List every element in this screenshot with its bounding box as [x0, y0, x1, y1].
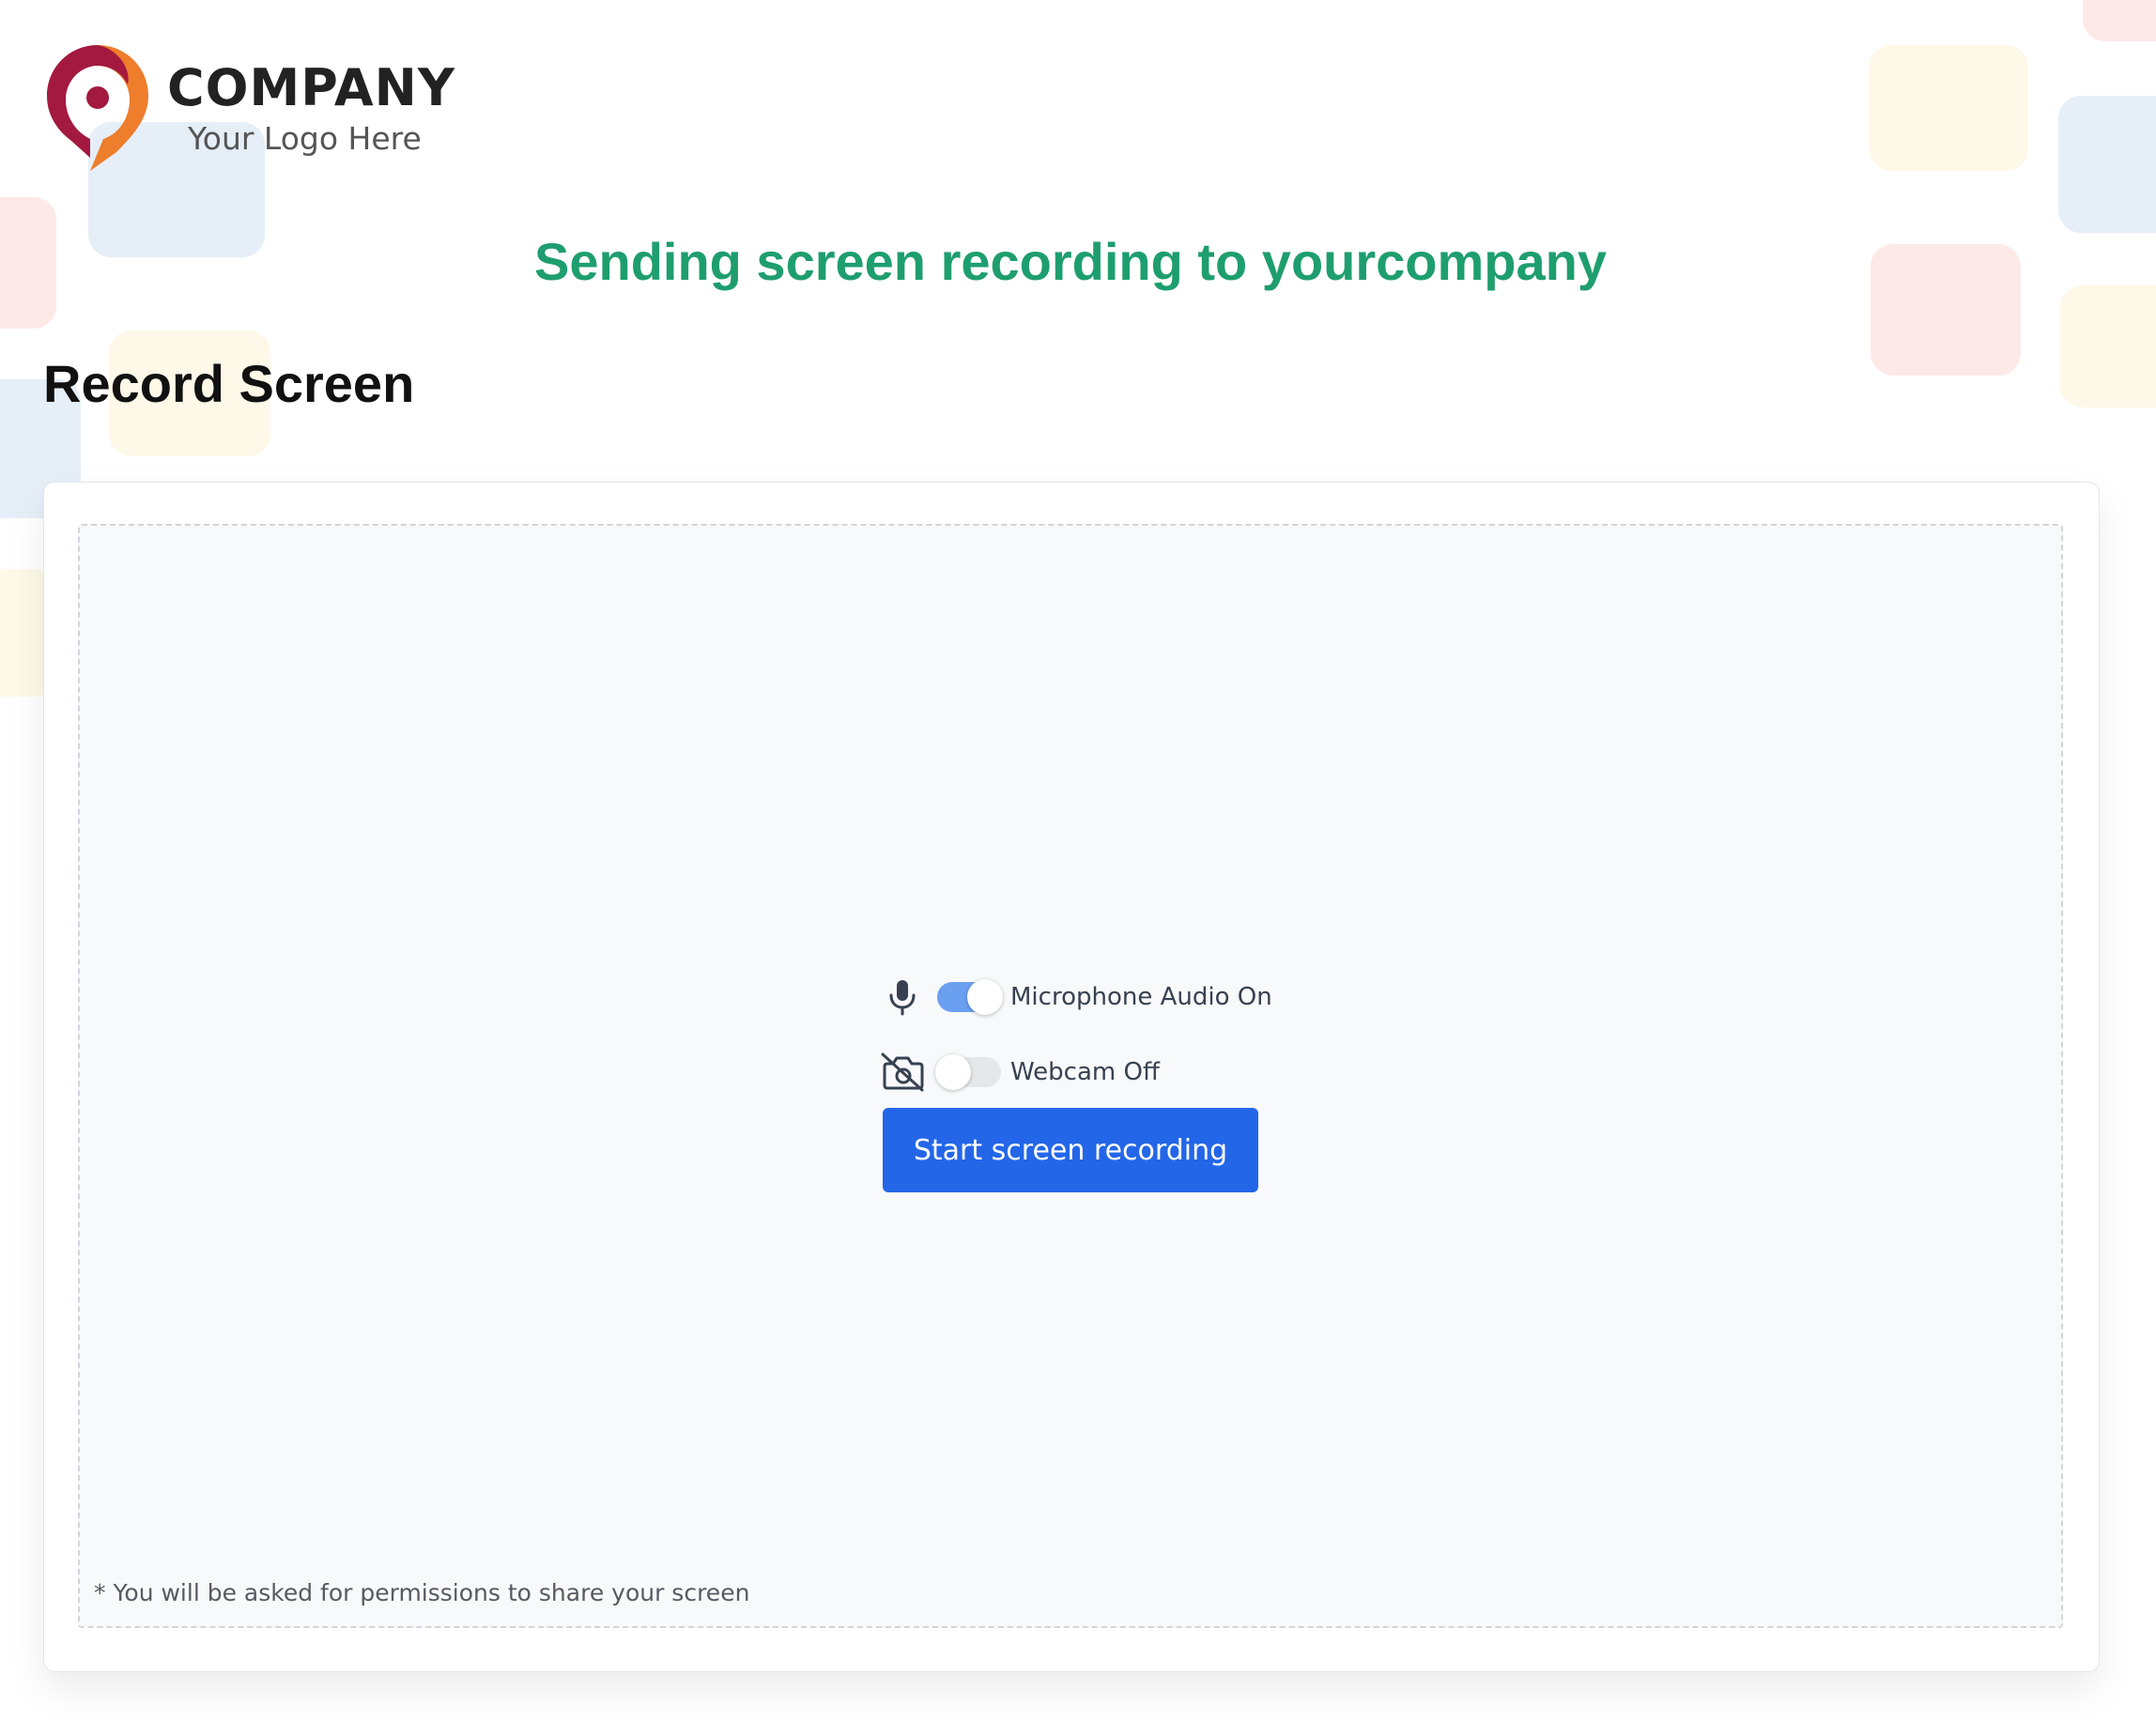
camera-off-icon: [879, 1049, 926, 1096]
permissions-footnote: * You will be asked for permissions to s…: [94, 1579, 750, 1606]
start-screen-recording-button[interactable]: Start screen recording: [883, 1108, 1258, 1192]
sending-headline: Sending screen recording to yourcompany: [533, 232, 1607, 291]
location-pin-logo-icon: [47, 45, 148, 171]
decorative-tile: [2083, 0, 2156, 41]
microphone-toggle[interactable]: [937, 979, 1003, 1015]
logo-company-name: COMPANY: [167, 58, 455, 117]
microphone-icon: [879, 974, 926, 1021]
microphone-label: Microphone Audio On: [1010, 983, 1272, 1011]
page: COMPANY Your Logo Here Sending screen re…: [0, 0, 2156, 1720]
webcam-label: Webcam Off: [1010, 1058, 1160, 1086]
decorative-tile: [1869, 45, 2028, 171]
page-title: Record Screen: [43, 354, 415, 413]
logo-tagline: Your Logo Here: [188, 120, 422, 157]
toggle-knob: [935, 1054, 971, 1090]
webcam-toggle[interactable]: [935, 1054, 1001, 1090]
decorative-tile: [2060, 285, 2156, 407]
company-logo: COMPANY Your Logo Here: [43, 41, 456, 173]
recording-controls: Microphone Audio On Webcam Off: [879, 971, 1311, 1098]
toggle-knob: [967, 979, 1003, 1015]
decorative-tile: [2058, 96, 2156, 233]
webcam-row: Webcam Off: [879, 1046, 1311, 1098]
microphone-row: Microphone Audio On: [879, 971, 1311, 1023]
